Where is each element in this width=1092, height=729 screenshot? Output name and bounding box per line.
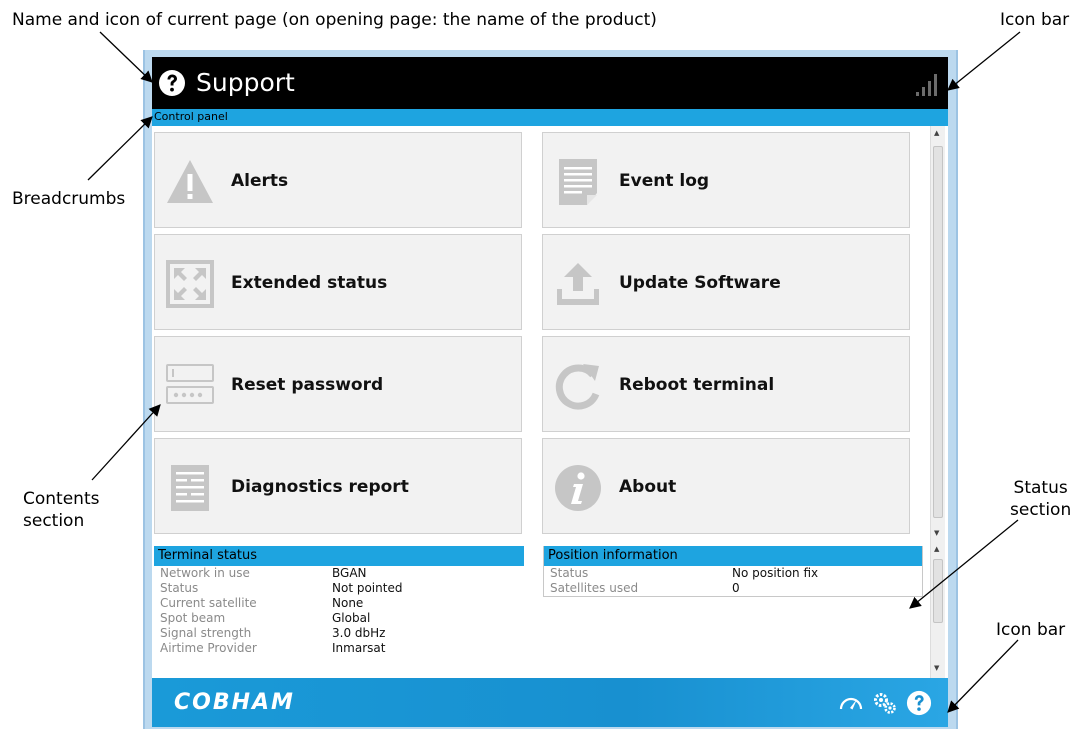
tile-label: Reset password [231, 375, 384, 395]
tile-reset-password[interactable]: Reset password [154, 336, 522, 432]
tile-diagnostics-report[interactable]: Diagnostics report [154, 438, 522, 534]
reboot-icon [555, 364, 600, 410]
status-row: Airtime Provider Inmarsat [160, 641, 386, 655]
tile-label: Alerts [231, 171, 289, 191]
tile-extended-status[interactable]: Extended status [154, 234, 522, 330]
annotation-breadcrumbs: Breadcrumbs [12, 189, 126, 209]
tile-event-log[interactable]: Event log [542, 132, 910, 228]
tile-label: Diagnostics report [231, 477, 409, 497]
status-row: Signal strength 3.0 dbHz [160, 626, 386, 640]
tile-label: Update Software [619, 273, 781, 293]
status-row: Satellites used 0 [550, 581, 740, 595]
tile-label: Extended status [231, 273, 388, 293]
annotation-icon-bar-top: Icon bar [1000, 10, 1070, 30]
annotation-icon-bar-bottom: Icon bar [996, 620, 1066, 640]
tile-about[interactable]: About [542, 438, 910, 534]
alert-icon [167, 160, 213, 203]
breadcrumb-link-control-panel[interactable]: Control panel [154, 110, 228, 123]
contents-section: Alerts Event log Extended status Update … [152, 126, 948, 543]
event-log-icon [559, 159, 597, 205]
question-icon [159, 70, 185, 96]
settings-icon[interactable] [872, 690, 898, 716]
signal-strength-icon[interactable] [914, 70, 942, 98]
tile-update-software[interactable]: Update Software [542, 234, 910, 330]
annotation-page-name: Name and icon of current page (on openin… [12, 10, 657, 30]
dashboard-icon[interactable] [838, 690, 864, 716]
scroll-down-icon[interactable]: ▼ [934, 529, 939, 537]
scroll-down-icon[interactable]: ▼ [934, 664, 939, 672]
annotation-status: Status section [1010, 478, 1072, 520]
panel-title: Terminal status [154, 546, 524, 566]
status-row: Network in use BGAN [160, 566, 367, 580]
position-info-panel: Position information Status No position … [543, 546, 923, 597]
status-scrollbar[interactable]: ▲ ▼ [930, 543, 945, 678]
content-scrollbar[interactable]: ▲ ▼ [930, 126, 945, 543]
brand-logo: COBHAM [174, 690, 295, 715]
status-section: Terminal status Network in use BGAN Stat… [152, 543, 948, 678]
status-row: Status No position fix [550, 566, 819, 580]
tile-label: About [619, 477, 677, 497]
terminal-status-panel: Terminal status Network in use BGAN Stat… [154, 546, 524, 656]
status-row: Current satellite None [160, 596, 364, 610]
scrollbar-thumb[interactable] [933, 559, 943, 623]
expand-icon [166, 260, 214, 308]
scroll-up-icon[interactable]: ▲ [934, 129, 939, 137]
password-icon [166, 364, 214, 404]
tile-alerts[interactable]: Alerts [154, 132, 522, 228]
tile-reboot-terminal[interactable]: Reboot terminal [542, 336, 910, 432]
info-icon [555, 465, 601, 511]
upload-icon [557, 263, 599, 305]
scrollbar-thumb[interactable] [933, 146, 943, 518]
breadcrumb: Control panel [152, 109, 948, 126]
arrow-icon-bar-top [947, 31, 1021, 91]
help-icon[interactable] [906, 690, 932, 716]
tile-label: Event log [619, 171, 710, 191]
panel-title: Position information [544, 546, 922, 566]
tile-label: Reboot terminal [619, 375, 775, 395]
status-row: Status Not pointed [160, 581, 403, 595]
status-row: Spot beam Global [160, 611, 371, 625]
footer-icon-bar: COBHAM [152, 678, 948, 727]
page-title: Support [196, 68, 295, 97]
arrow-icon-bar-bottom [947, 639, 1019, 713]
annotation-contents: Contents section [23, 489, 100, 531]
report-icon [171, 465, 209, 511]
page-header: Support [152, 57, 948, 109]
scroll-up-icon[interactable]: ▲ [934, 545, 939, 553]
